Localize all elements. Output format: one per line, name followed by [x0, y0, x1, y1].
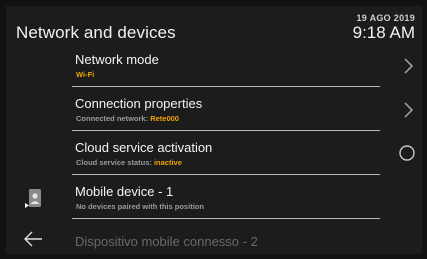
back-arrow-icon[interactable]: [22, 228, 44, 250]
connected-network-value: Rete000: [150, 114, 179, 123]
settings-screen: Network and devices 19 AGO 2019 9:18 AM …: [6, 6, 422, 254]
radio-circle-icon[interactable]: [398, 144, 416, 162]
list-item-mobile-device-2[interactable]: Dispositivo mobile connesso - 2: [68, 222, 418, 254]
mobile-device-icon: [25, 189, 41, 208]
date-label: 19 AGO 2019: [356, 13, 415, 23]
divider: [72, 86, 380, 87]
list-item-subtitle: Cloud service status: inactive: [76, 158, 182, 167]
chevron-right-icon[interactable]: [398, 100, 418, 120]
list-item-title: Dispositivo mobile connesso - 2: [75, 234, 258, 249]
connected-network-label: Connected network:: [76, 114, 151, 123]
list-item-title: Connection properties: [75, 96, 203, 111]
network-mode-value: Wi-Fi: [76, 70, 95, 79]
list-item-subtitle: No devices paired with this position: [76, 202, 204, 211]
list-item-title: Mobile device - 1: [75, 184, 174, 199]
page-title: Network and devices: [16, 23, 176, 42]
list-item-subtitle: Wi-Fi: [76, 70, 94, 79]
list-item-network-mode[interactable]: Network mode Wi-Fi: [68, 46, 418, 90]
settings-list: Network mode Wi-Fi Connection properties…: [68, 46, 418, 254]
list-item-mobile-device-1[interactable]: Mobile device - 1 No devices paired with…: [68, 178, 418, 222]
list-item-subtitle: Connected network: Rete000: [76, 114, 179, 123]
list-item-title: Cloud service activation: [75, 140, 213, 155]
list-item-connection-properties[interactable]: Connection properties Connected network:…: [68, 90, 418, 134]
list-item-cloud-service-activation[interactable]: Cloud service activation Cloud service s…: [68, 134, 418, 178]
list-item-title: Network mode: [75, 52, 159, 67]
divider: [72, 174, 380, 175]
chevron-right-icon[interactable]: [398, 56, 418, 76]
divider: [72, 130, 380, 131]
cloud-status-value: inactive: [153, 158, 182, 167]
cloud-status-label: Cloud service status:: [76, 158, 154, 167]
clock-time: 9:18 AM: [352, 23, 415, 42]
divider: [72, 218, 380, 219]
